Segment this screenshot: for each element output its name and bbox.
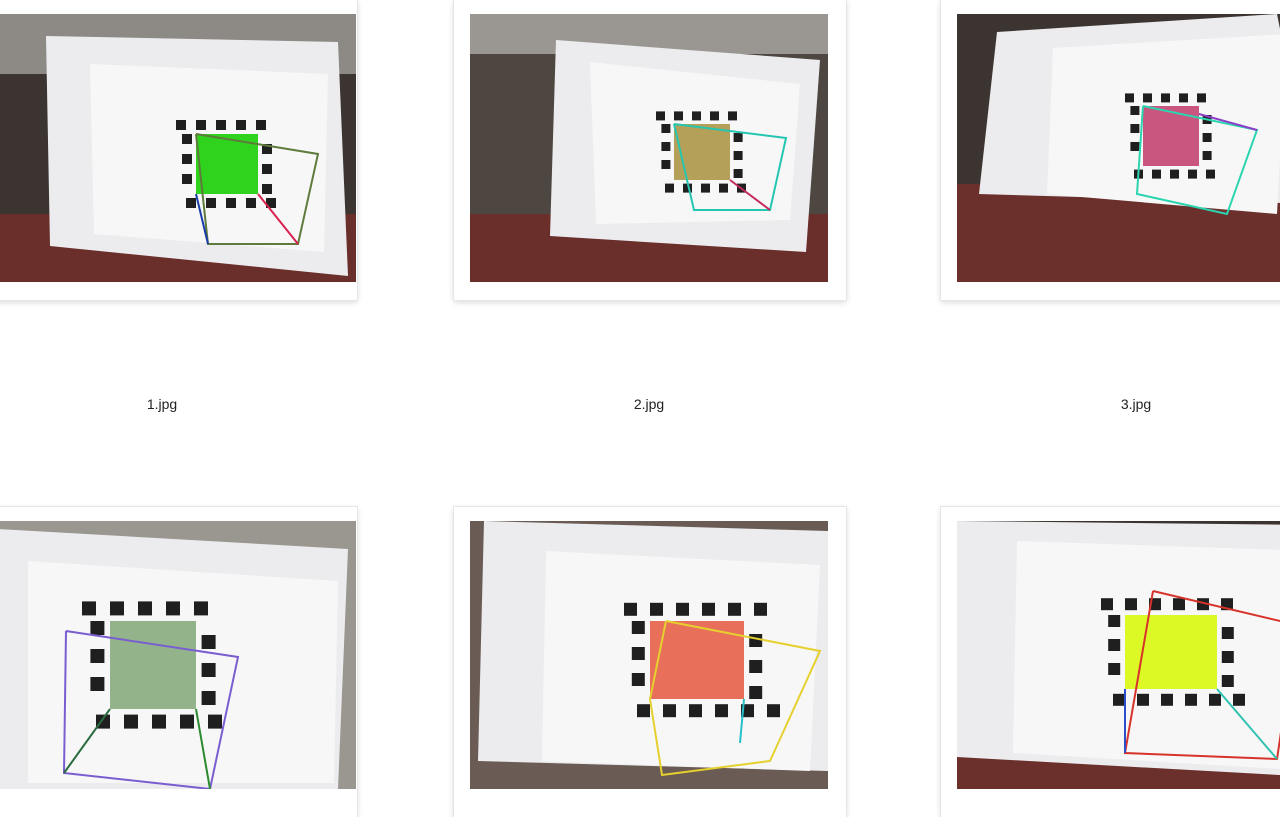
image-preview — [470, 14, 828, 282]
file-thumbnail-1[interactable] — [0, 0, 357, 300]
file-name-label: 1.jpg — [146, 396, 178, 412]
file-name-label: 2.jpg — [633, 396, 665, 412]
file-thumbnail-2[interactable] — [454, 0, 846, 300]
file-thumbnail-5[interactable] — [454, 507, 846, 817]
image-preview — [957, 14, 1280, 282]
image-preview — [0, 521, 356, 789]
image-preview — [470, 521, 828, 789]
file-name-label: 3.jpg — [1120, 396, 1152, 412]
image-preview — [0, 14, 356, 282]
file-thumbnail-4[interactable] — [0, 507, 357, 817]
file-thumbnail-3[interactable] — [941, 0, 1280, 300]
image-preview — [957, 521, 1280, 789]
file-thumbnail-6[interactable] — [941, 507, 1280, 817]
